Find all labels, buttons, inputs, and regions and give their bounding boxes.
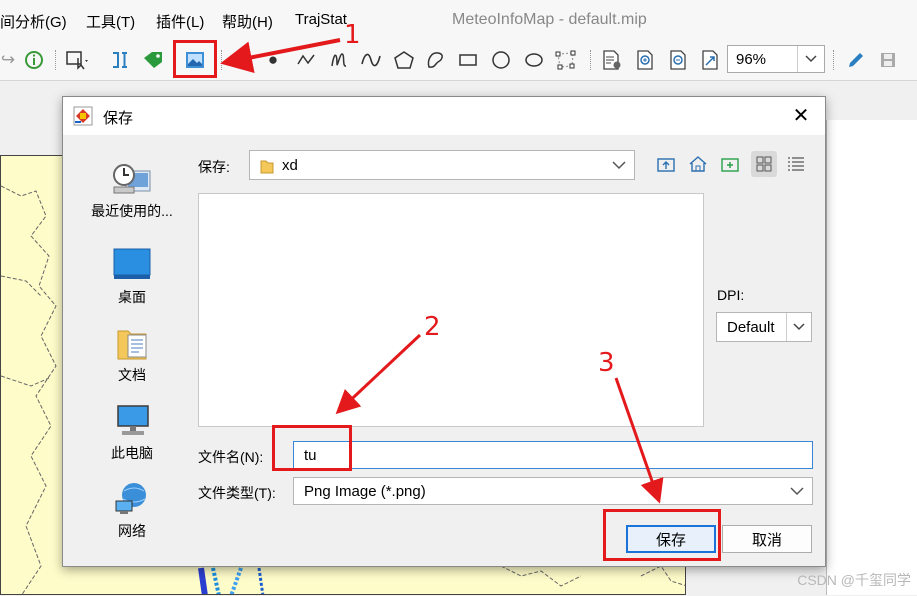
redo-icon[interactable]: ↪	[0, 48, 20, 72]
up-folder-icon[interactable]	[655, 153, 677, 175]
curve-polygon-icon[interactable]	[424, 48, 448, 72]
pen-icon[interactable]	[844, 48, 868, 72]
network-icon	[112, 481, 152, 517]
recent-icon	[112, 161, 152, 197]
side-panel	[826, 120, 917, 595]
save-in-label: 保存:	[198, 159, 230, 175]
dialog-title: 保存	[103, 110, 134, 127]
folder-icon	[260, 158, 274, 177]
menu-tools[interactable]: 工具(T)	[86, 11, 135, 32]
curve-icon[interactable]	[359, 48, 383, 72]
filename-label: 文件名(N):	[198, 449, 264, 465]
chevron-down-icon[interactable]	[797, 46, 824, 72]
circle-icon[interactable]	[489, 48, 513, 72]
point-icon[interactable]: ●	[261, 48, 285, 72]
select-icon[interactable]	[66, 48, 90, 72]
place-label: 文档	[118, 367, 146, 383]
filetype-value: Png Image (*.png)	[304, 483, 426, 500]
menu-bar: 间分析(G) 工具(T) 插件(L) 帮助(H) TrajStat MeteoI…	[0, 0, 917, 40]
toolbar-separator	[55, 50, 57, 70]
dpi-label: DPI:	[717, 287, 745, 303]
dpi-select[interactable]: Default	[716, 312, 812, 342]
full-extent-icon[interactable]	[698, 48, 722, 72]
toolbar-separator	[833, 50, 835, 70]
chevron-down-icon[interactable]	[786, 313, 811, 341]
grid-view-icon[interactable]	[751, 151, 777, 177]
new-folder-icon[interactable]	[719, 153, 741, 175]
annotation-box-2	[272, 425, 352, 471]
freehand-icon[interactable]	[327, 48, 351, 72]
polyline-icon[interactable]	[294, 48, 318, 72]
tag-icon[interactable]	[141, 48, 165, 72]
menu-trajstat[interactable]: TrajStat	[295, 11, 347, 28]
place-label: 网络	[118, 523, 146, 539]
filename-input[interactable]: tu	[293, 441, 813, 469]
desktop-icon	[112, 247, 152, 283]
annotation-number-3: 3	[598, 348, 615, 378]
edit-vertices-icon[interactable]	[554, 48, 578, 72]
home-icon[interactable]	[687, 153, 709, 175]
toolbar-separator	[221, 50, 223, 70]
zoom-value: 96%	[736, 51, 767, 68]
annotation-number-2: 2	[424, 312, 441, 342]
documents-icon	[112, 325, 152, 361]
zoom-out-icon[interactable]	[666, 48, 690, 72]
annotation-box-3	[603, 509, 721, 561]
app-title: MeteoInfoMap - default.mip	[452, 11, 647, 28]
place-label: 此电脑	[111, 445, 153, 461]
toolbar-separator	[590, 50, 592, 70]
save-icon[interactable]	[876, 48, 900, 72]
annotation-number-1: 1	[344, 20, 361, 50]
menu-spatial-analysis[interactable]: 间分析(G)	[0, 11, 67, 32]
filetype-label: 文件类型(T):	[198, 485, 276, 501]
computer-icon	[112, 403, 152, 439]
zoom-in-icon[interactable]	[633, 48, 657, 72]
dialog-titlebar: 保存 ✕	[63, 97, 825, 135]
cancel-button[interactable]: 取消	[722, 525, 812, 553]
chevron-down-icon[interactable]	[790, 483, 804, 499]
ellipse-icon[interactable]	[522, 48, 546, 72]
rectangle-icon[interactable]	[456, 48, 480, 72]
text-icon[interactable]: A	[230, 48, 254, 72]
menu-plugins[interactable]: 插件(L)	[156, 11, 204, 32]
watermark: CSDN @千玺同学	[797, 572, 911, 588]
zoom-select[interactable]: 96%	[727, 45, 825, 73]
filetype-select[interactable]: Png Image (*.png)	[293, 477, 813, 505]
save-dialog: 保存 ✕ 最近使用的... 桌面 文档 此电脑 网络 保存: xd DPI: D…	[62, 96, 826, 567]
menu-help[interactable]: 帮助(H)	[222, 11, 273, 32]
file-list[interactable]	[198, 193, 704, 427]
close-icon[interactable]: ✕	[789, 103, 813, 127]
dpi-value: Default	[727, 319, 775, 336]
place-this-pc[interactable]: 此电脑	[77, 403, 187, 463]
place-documents[interactable]: 文档	[77, 325, 187, 385]
annotation-box-1	[173, 40, 217, 78]
place-recent[interactable]: 最近使用的...	[77, 161, 187, 221]
folder-select[interactable]: xd	[249, 150, 635, 180]
place-network[interactable]: 网络	[77, 481, 187, 541]
list-view-icon[interactable]	[785, 153, 807, 175]
app-icon	[73, 106, 93, 126]
place-label: 最近使用的...	[91, 203, 173, 219]
folder-name: xd	[282, 157, 298, 174]
place-desktop[interactable]: 桌面	[77, 247, 187, 307]
identify-icon[interactable]	[22, 48, 46, 72]
place-label: 桌面	[118, 289, 146, 305]
polygon-icon[interactable]	[392, 48, 416, 72]
page-setup-icon[interactable]	[600, 48, 624, 72]
chevron-down-icon[interactable]	[612, 157, 626, 173]
label-icon[interactable]	[108, 48, 132, 72]
